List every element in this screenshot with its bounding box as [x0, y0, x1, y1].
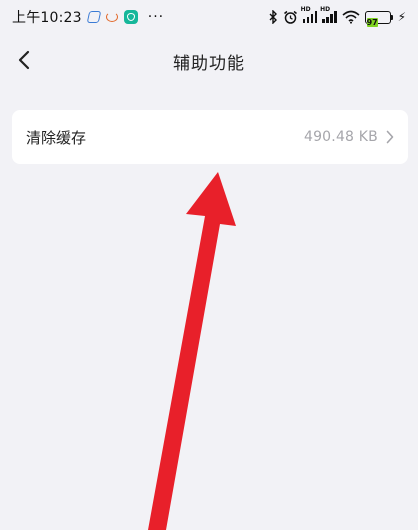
battery-icon: 97: [364, 10, 393, 27]
shield-app-icon: [123, 10, 138, 24]
app-notification-icon: [105, 12, 118, 22]
cache-size-value: 490.48 KB: [303, 129, 378, 145]
chevron-right-icon: [386, 130, 394, 144]
status-bar: 上午10:23 ··· HD HD 97 ⚡: [0, 0, 418, 34]
charging-icon: ⚡: [397, 10, 406, 24]
clear-cache-row[interactable]: 清除缓存 490.48 KB: [12, 110, 408, 164]
more-notifications-icon: ···: [147, 9, 165, 25]
wifi-icon: [342, 10, 360, 24]
app-notification-icon: [86, 11, 102, 23]
cellular-signal-icon: HD: [301, 6, 318, 23]
page-title: 辅助功能: [173, 53, 245, 74]
alarm-icon: [283, 10, 297, 24]
back-button[interactable]: [12, 48, 36, 72]
chevron-left-icon: [18, 50, 30, 70]
status-time: 上午10:23: [12, 10, 82, 26]
navigation-bar: 辅助功能: [0, 40, 418, 82]
cellular-signal-icon: HD: [320, 6, 337, 23]
bluetooth-icon: [269, 10, 277, 24]
clear-cache-label: 清除缓存: [26, 128, 87, 147]
